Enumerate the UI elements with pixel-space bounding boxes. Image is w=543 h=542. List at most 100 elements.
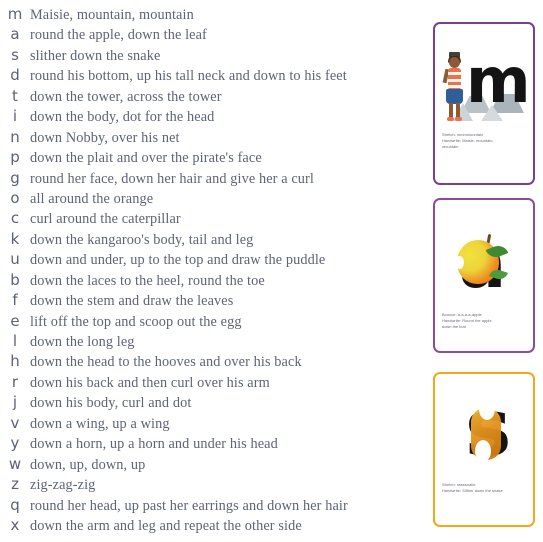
phrase-row: h down the head to the hooves and over hi… <box>0 351 420 371</box>
phrase-row: g round her face, down her hair and give … <box>0 168 420 188</box>
phrase-letter: i <box>12 107 18 126</box>
flash-card-a[interactable]: a Bounce: a-a-a-a-apple Handwrite: Round… <box>433 198 535 353</box>
stripe-shape <box>448 79 461 82</box>
phrase-letter: d <box>10 66 20 85</box>
stripe-shape <box>448 72 461 75</box>
phrase-letter: j <box>12 393 18 412</box>
phrase-letter: o <box>10 188 20 207</box>
phrase-letter: k <box>10 229 20 248</box>
phrase-letter: t <box>12 86 18 105</box>
snake-curve-gap <box>479 398 495 420</box>
phrase-text: round her face, down her hair and give h… <box>30 170 314 187</box>
phrase-letter: e <box>10 311 20 330</box>
phrase-row: m Maisie, mountain, mountain <box>0 4 420 24</box>
card-caption-a: Bounce: a-a-a-a-apple Handwrite: Round t… <box>435 312 533 331</box>
phrase-text: zig-zag-zig <box>30 477 96 494</box>
phrase-row: n down Nobby, over his net <box>0 127 420 147</box>
phrase-text: lift off the top and scoop out the egg <box>30 313 242 330</box>
phrase-text: down the stem and draw the leaves <box>30 293 234 310</box>
phrase-text: round the apple, down the leaf <box>30 27 207 44</box>
flash-card-rail: m Stretch: mmmmountain Handwrite: Maisie… <box>430 0 543 542</box>
phrase-row: l down the long leg <box>0 331 420 351</box>
phrase-text: down and under, up to the top and draw t… <box>30 252 326 269</box>
shoe-shape <box>447 117 454 121</box>
phrase-text: down his back and then curl over his arm <box>30 374 270 391</box>
card-artwork-snake: s <box>435 374 533 482</box>
phrase-row: y down a horn, up a horn and under his he… <box>0 433 420 453</box>
phrase-row: r down his back and then curl over his ar… <box>0 372 420 392</box>
phrase-letter: r <box>11 372 19 391</box>
phrase-row: v down a wing, up a wing <box>0 413 420 433</box>
phrase-row: j down his body, curl and dot <box>0 392 420 412</box>
phrase-row: k down the kangaroo's body, tail and leg <box>0 229 420 249</box>
phrase-text: curl around the caterpillar <box>30 211 181 228</box>
phrase-row: f down the stem and draw the leaves <box>0 290 420 310</box>
flash-card-m[interactable]: m Stretch: mmmmountain Handwrite: Maisie… <box>433 22 535 185</box>
phrase-letter: v <box>10 413 20 432</box>
phrase-text: down, up, down, up <box>30 456 146 473</box>
card-caption-m: Stretch: mmmmountain Handwrite: Maisie, … <box>435 132 533 151</box>
phrase-row: p down the plait and over the pirate's fa… <box>0 147 420 167</box>
snake-curve-gap <box>475 440 491 462</box>
phrase-text: down the long leg <box>30 334 135 350</box>
card-letter-glyph: m <box>466 44 531 117</box>
phrase-text: down Nobby, over his net <box>30 129 180 146</box>
leg-shape <box>456 103 460 118</box>
caption-line: Handwrite: Slither down the snake <box>442 488 503 494</box>
phrase-letter: u <box>10 250 20 269</box>
phrase-letter: g <box>10 168 20 187</box>
phrase-letter: q <box>10 495 20 514</box>
phrase-letter: w <box>8 454 22 473</box>
caption-line: down the leaf <box>442 324 466 330</box>
phrase-text: round his bottom, up his tall neck and d… <box>30 68 347 85</box>
phrase-letter: l <box>12 332 18 350</box>
phrase-letter: x <box>10 515 20 534</box>
phrase-text: down a wing, up a wing <box>30 415 170 432</box>
flash-card-s[interactable]: s Stretch: sssssnake Handwrite: Slither … <box>433 372 535 527</box>
phrase-row: e lift off the top and scoop out the egg <box>0 311 420 331</box>
phrase-row: t down the tower, across the tower <box>0 86 420 106</box>
phrase-letter: f <box>12 291 18 310</box>
card-artwork-maisie-mountains: m <box>435 24 533 132</box>
phrase-text: down a horn, up a horn and under his hea… <box>30 436 278 453</box>
phrase-letter: a <box>10 25 20 44</box>
phrase-letter: z <box>11 475 19 494</box>
apple-bite-shape <box>455 256 464 269</box>
phrase-row: w down, up, down, up <box>0 454 420 474</box>
shoe-shape <box>455 117 462 121</box>
phrase-row: o all around the orange <box>0 188 420 208</box>
phrase-row: s slither down the snake <box>0 45 420 65</box>
phrase-text: down the tower, across the tower <box>30 88 222 105</box>
letter-formation-phrase-list: m Maisie, mountain, mountain a round the ap… <box>0 0 420 542</box>
phrase-letter: b <box>10 270 20 289</box>
phrase-text: all around the orange <box>30 190 154 207</box>
phrase-text: down the kangaroo's body, tail and leg <box>30 231 254 248</box>
phrase-letter: h <box>10 352 20 371</box>
phrase-row: a round the apple, down the leaf <box>0 24 420 44</box>
phrase-text: down the head to the hooves and over his… <box>30 354 302 371</box>
phrase-text: round her head, up past her earrings and… <box>30 497 348 514</box>
phrase-row: x down the arm and leg and repeat the oth… <box>0 515 420 535</box>
stripe-shape <box>448 85 461 88</box>
phrase-row: u down and under, up to the top and draw … <box>0 249 420 269</box>
phrase-text: down his body, curl and dot <box>30 395 192 412</box>
card-caption-s: Stretch: sssssnake Handwrite: Slither do… <box>435 482 533 494</box>
phrase-text: down the plait and over the pirate's fac… <box>30 150 262 167</box>
phrase-row: d round his bottom, up his tall neck and … <box>0 65 420 85</box>
phrase-letter: c <box>10 209 20 228</box>
head-shape <box>449 57 460 68</box>
phrase-letter: y <box>10 434 20 453</box>
phrase-text: slither down the snake <box>30 47 161 64</box>
page-root: m Maisie, mountain, mountain a round the ap… <box>0 0 543 542</box>
skirt-shape <box>446 89 463 104</box>
phrase-letter: n <box>10 127 20 146</box>
phrase-row: z zig-zag-zig <box>0 474 420 494</box>
phrase-text: down the body, dot for the head <box>30 109 215 126</box>
maisie-figure-icon <box>442 52 466 124</box>
phrase-letter: m <box>7 5 23 23</box>
caption-line: mountain <box>442 144 459 150</box>
phrase-row: i down the body, dot for the head <box>0 106 420 126</box>
phrase-row: b down the laces to the heel, round the t… <box>0 270 420 290</box>
phrase-letter: s <box>11 45 19 64</box>
phrase-text: down the arm and leg and repeat the othe… <box>30 517 302 534</box>
